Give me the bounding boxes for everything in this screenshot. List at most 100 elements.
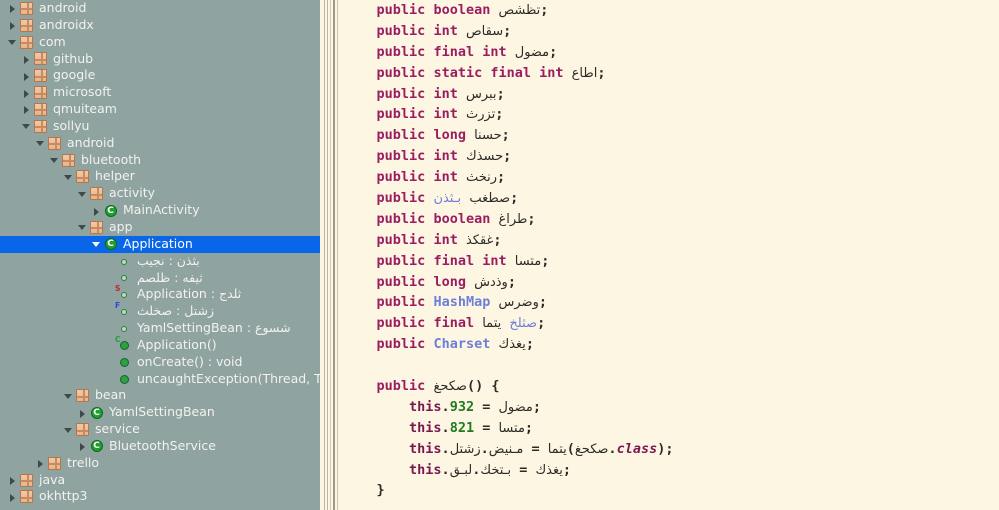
chevron-down-icon[interactable] — [78, 186, 89, 202]
chevron-right-icon[interactable] — [22, 68, 33, 84]
code-token: ; — [503, 22, 512, 39]
code-token: int — [482, 43, 507, 60]
tree-row[interactable]: C Application() — [0, 335, 320, 354]
code-token: . — [441, 419, 450, 436]
tree-item-label: شسوع : YamlSettingBean — [137, 320, 291, 336]
splitter-line-2 — [327, 0, 328, 510]
tree-row[interactable]: androidx — [0, 17, 320, 34]
tree-item-label: Application — [123, 235, 193, 251]
tree-row[interactable]: com — [0, 34, 320, 51]
tree-row[interactable]: BluetoothService — [0, 438, 320, 455]
chevron-right-icon[interactable] — [22, 101, 33, 117]
tree-row[interactable]: onCreate() : void — [0, 354, 320, 371]
code-token: public — [376, 85, 426, 102]
code-token: = — [511, 461, 536, 478]
tree-item-label: trello — [67, 454, 100, 470]
chevron-down-icon[interactable] — [22, 118, 33, 134]
code-token: public — [376, 336, 426, 353]
tree-row[interactable]: trello — [0, 455, 320, 472]
chevron-right-icon[interactable] — [78, 405, 89, 421]
tree-row[interactable]: bluetooth — [0, 152, 320, 169]
code-token: final — [433, 315, 475, 332]
tree-row[interactable]: microsoft — [0, 84, 320, 101]
code-token: public — [376, 127, 426, 144]
code-line: public int رنخث; — [344, 167, 673, 188]
chevron-down-icon[interactable] — [78, 219, 89, 235]
code-token: int — [482, 252, 507, 269]
splitter-line-5 — [337, 0, 338, 510]
tree-row[interactable]: android — [0, 0, 320, 17]
tree-row[interactable]: bean — [0, 387, 320, 404]
chevron-right-icon[interactable] — [36, 455, 47, 471]
code-token: ( — [566, 440, 575, 457]
package-icon — [33, 102, 48, 117]
tree-row[interactable]: ثيفه : ظلصم — [0, 270, 320, 287]
tree-row[interactable]: uncaughtException(Thread, Thro — [0, 371, 320, 388]
chevron-down-icon[interactable] — [50, 152, 61, 168]
code-token: int — [433, 169, 458, 186]
ide-window: android androidx com github google microsoft q… — [0, 0, 999, 510]
tree-row[interactable]: github — [0, 51, 320, 68]
class-icon — [89, 439, 104, 454]
chevron-down-icon[interactable] — [64, 422, 75, 438]
tree-row[interactable]: qmuiteam — [0, 101, 320, 118]
tree-row[interactable]: sollyu — [0, 118, 320, 135]
tree-row[interactable]: service — [0, 421, 320, 438]
tree-row[interactable]: بثذن : نجيب — [0, 253, 320, 270]
package-icon — [33, 51, 48, 66]
tree-row[interactable]: helper — [0, 168, 320, 185]
tree-item-label: ثيفه : ظلصم — [137, 269, 203, 285]
tree-row[interactable]: شسوع : YamlSettingBean — [0, 320, 320, 337]
code-token: ; — [524, 419, 534, 436]
tree-row[interactable]: okhttp3 — [0, 488, 320, 505]
chevron-right-icon[interactable] — [8, 17, 19, 33]
panel-splitter[interactable] — [320, 0, 344, 510]
tree-row[interactable]: android — [0, 135, 320, 152]
tree-row[interactable]: java — [0, 472, 320, 489]
tree-row[interactable]: app — [0, 219, 320, 236]
package-icon — [19, 473, 34, 488]
tree-row[interactable]: Application — [0, 235, 320, 253]
code-token: final — [433, 252, 475, 269]
tree-item-label: app — [109, 218, 133, 234]
tree-row[interactable]: F زشتل : صخلث — [0, 302, 320, 320]
project-structure-tree[interactable]: android androidx com github google microsoft q… — [0, 0, 320, 510]
package-icon — [33, 85, 48, 100]
package-icon — [19, 489, 34, 504]
chevron-right-icon[interactable] — [8, 0, 19, 16]
code-token: public — [376, 210, 426, 227]
tree-row[interactable]: google — [0, 67, 320, 84]
chevron-down-icon[interactable] — [64, 169, 75, 185]
package-icon — [47, 456, 62, 471]
chevron-down-icon[interactable] — [92, 236, 103, 252]
chevron-right-icon[interactable] — [8, 472, 19, 488]
chevron-down-icon[interactable] — [64, 388, 75, 404]
class-icon — [103, 237, 118, 252]
tree-row[interactable]: YamlSettingBean — [0, 404, 320, 421]
tree-row[interactable]: MainActivity — [0, 202, 320, 219]
chevron-right-icon[interactable] — [8, 489, 19, 505]
chevron-right-icon[interactable] — [22, 51, 33, 67]
code-token: public — [376, 169, 426, 186]
chevron-right-icon[interactable] — [92, 203, 103, 219]
chevron-down-icon[interactable] — [8, 34, 19, 50]
splitter-line-1 — [324, 0, 325, 510]
chevron-right-icon[interactable] — [22, 85, 33, 101]
code-token: ; — [493, 231, 502, 248]
code-token: () { — [466, 378, 500, 395]
code-token: public — [376, 43, 426, 60]
code-token: . — [441, 398, 450, 415]
code-token: final — [490, 64, 531, 81]
chevron-down-icon[interactable] — [36, 135, 47, 151]
package-icon — [61, 153, 76, 168]
tree-row[interactable]: activity — [0, 185, 320, 202]
chevron-right-icon[interactable] — [78, 438, 89, 454]
code-token: ; — [503, 148, 512, 165]
java-source-editor[interactable]: public boolean تظشص; public int سقاص; pu… — [344, 0, 999, 510]
tree-row[interactable]: S ثلدج : Application — [0, 285, 320, 303]
